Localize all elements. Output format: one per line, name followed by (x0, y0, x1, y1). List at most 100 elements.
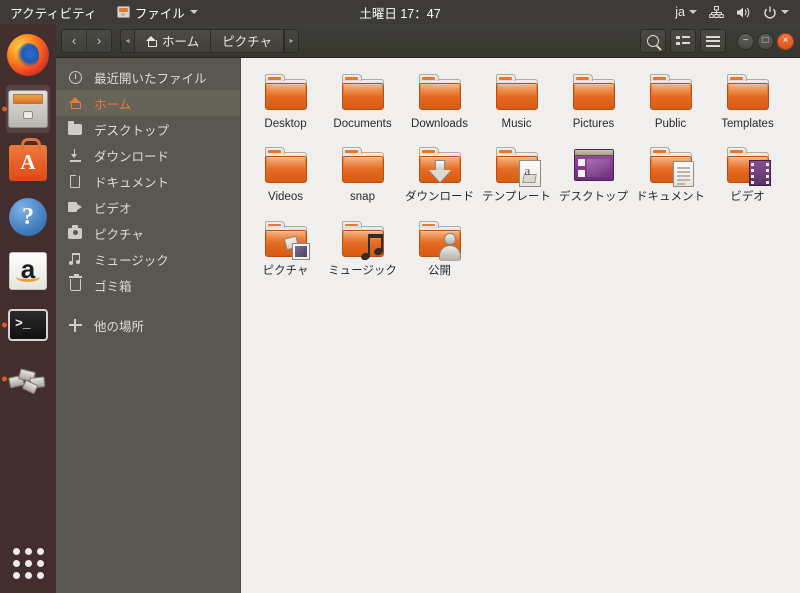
file-item[interactable]: Documents (324, 68, 401, 137)
person-emblem (438, 232, 461, 261)
file-label: ミュージック (328, 264, 397, 277)
back-button[interactable]: ‹ (61, 28, 87, 53)
file-item[interactable]: ミュージック (324, 215, 401, 284)
file-label: ピクチャ (262, 264, 309, 277)
file-item[interactable]: ピクチャ (247, 215, 324, 284)
file-item[interactable]: Music (478, 68, 555, 137)
forward-button[interactable]: › (86, 28, 112, 53)
file-label: Music (501, 118, 532, 130)
folder-icon (416, 72, 464, 114)
file-item[interactable]: snap (324, 141, 401, 210)
sidebar-item-videos[interactable]: ビデオ (56, 194, 240, 220)
volume-icon[interactable] (731, 6, 756, 19)
amazon-icon (7, 250, 49, 292)
file-item[interactable]: Desktop (247, 68, 324, 137)
sidebar-item-desktop[interactable]: デスクトップ (56, 116, 240, 142)
sidebar-item-home[interactable]: ホーム (56, 90, 240, 116)
file-label: Pictures (572, 118, 615, 130)
dock-item-help[interactable]: ? (0, 190, 56, 244)
sidebar-item-trash[interactable]: ゴミ箱 (56, 272, 240, 298)
download-icon (56, 148, 94, 162)
sidebar-item-pictures[interactable]: ピクチャ (56, 220, 240, 246)
navigation-buttons: ‹ › (61, 28, 112, 53)
folder-pictures-icon (262, 219, 310, 261)
film-strip-emblem (748, 160, 771, 187)
folder-icon (262, 145, 310, 187)
file-item[interactable]: Videos (247, 141, 324, 210)
activities-button[interactable]: アクティビティ (0, 3, 109, 22)
sidebar-item-music[interactable]: ミュージック (56, 246, 240, 272)
folder-templates-icon (493, 145, 541, 188)
sidebar-item-other-locations[interactable]: 他の場所 (56, 312, 240, 338)
file-label: Public (654, 118, 687, 130)
folder-music-icon (339, 219, 387, 261)
software-bag-icon (9, 138, 47, 181)
sidebar-item-label: 他の場所 (94, 319, 145, 334)
file-item[interactable]: Downloads (401, 68, 478, 137)
file-item[interactable]: テンプレート (478, 141, 555, 210)
trash-icon (56, 274, 94, 291)
files-icon (116, 6, 130, 18)
dock-item-misc-app[interactable] (0, 352, 56, 406)
search-button[interactable] (640, 29, 666, 53)
language-label: ja (675, 5, 685, 19)
show-applications-button[interactable] (0, 539, 56, 587)
file-item[interactable]: ドキュメント (632, 141, 709, 210)
file-cabinet-icon (8, 90, 48, 128)
dock-item-firefox[interactable] (0, 28, 56, 82)
sidebar-item-label: ミュージック (94, 253, 169, 268)
menu-button[interactable] (700, 29, 726, 53)
places-sidebar: 最近開いたファイル ホーム デスクトップ ダウンロード ドキュメント ビデオ ピ… (56, 58, 241, 593)
dock-item-ubuntu-software[interactable] (0, 136, 56, 190)
ubuntu-dock: ? (0, 24, 56, 593)
path-scroll-right-button[interactable]: ▸ (284, 28, 300, 53)
folder-downloads-icon (416, 145, 464, 187)
desktop-window-icon (570, 145, 618, 187)
music-note-emblem (359, 233, 385, 261)
clock-label[interactable]: 土曜日 17：47 (359, 7, 440, 21)
folder-documents-icon (647, 145, 695, 188)
file-item[interactable]: Templates (709, 68, 786, 137)
maximize-button[interactable]: □ (757, 32, 774, 50)
dock-item-amazon[interactable] (0, 244, 56, 298)
breadcrumb-item-pictures[interactable]: ピクチャ (211, 28, 285, 53)
list-view-icon (676, 35, 690, 47)
chevron-left-icon: ‹ (71, 33, 77, 48)
minimize-button[interactable]: − (737, 32, 754, 50)
file-item[interactable]: ビデオ (709, 141, 786, 210)
dock-item-files[interactable] (0, 82, 56, 136)
language-indicator[interactable]: ja (670, 5, 702, 19)
keys-icon (8, 364, 48, 395)
amazon-logo-icon (9, 252, 47, 290)
file-view[interactable]: Desktop Documents Downloads Music Pictur… (241, 58, 800, 593)
folder-public-icon (416, 219, 464, 261)
view-toggle-button[interactable] (670, 29, 696, 53)
file-item[interactable]: 公開 (401, 215, 478, 284)
power-icon[interactable] (758, 6, 794, 19)
file-item[interactable]: Public (632, 68, 709, 137)
file-label: Templates (721, 118, 774, 130)
system-status-area[interactable]: ja (670, 0, 794, 24)
window-body: 最近開いたファイル ホーム デスクトップ ダウンロード ドキュメント ビデオ ピ… (56, 58, 800, 593)
breadcrumb-item-home[interactable]: ホーム (135, 28, 212, 53)
sidebar-item-documents[interactable]: ドキュメント (56, 168, 240, 194)
sidebar-item-label: ホーム (94, 97, 132, 112)
path-scroll-left-button[interactable]: ◂ (120, 28, 135, 53)
file-item[interactable]: デスクトップ (555, 141, 632, 210)
file-item[interactable]: ダウンロード (401, 141, 478, 210)
sidebar-item-label: ドキュメント (94, 175, 170, 190)
header-actions: − □ × (640, 29, 794, 53)
app-menu-button[interactable]: ファイル (109, 3, 206, 22)
breadcrumb: ◂ ホーム ピクチャ ▸ (120, 28, 300, 53)
sidebar-item-recent[interactable]: 最近開いたファイル (56, 64, 240, 90)
file-label: テンプレート (482, 191, 551, 204)
sidebar-item-downloads[interactable]: ダウンロード (56, 142, 240, 168)
folder-videos-icon (724, 145, 772, 187)
dock-item-terminal[interactable] (0, 298, 56, 352)
file-item[interactable]: Pictures (555, 68, 632, 137)
music-icon (56, 253, 94, 265)
network-icon[interactable] (704, 5, 729, 19)
sidebar-item-label: 最近開いたファイル (94, 71, 207, 86)
close-button[interactable]: × (777, 32, 794, 50)
sidebar-item-label: ビデオ (94, 201, 132, 216)
